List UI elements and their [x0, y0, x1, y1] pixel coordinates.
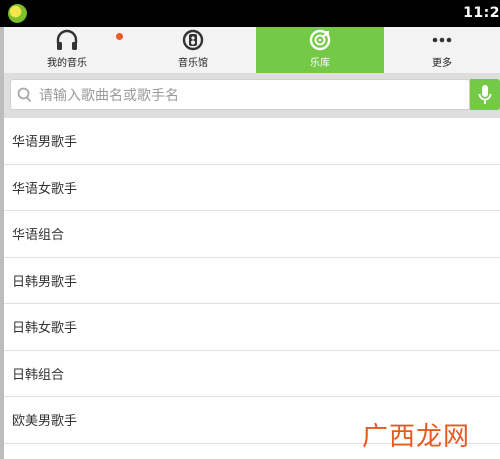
tab-music-library[interactable]: 乐库 [256, 27, 384, 73]
list-item[interactable]: 华语男歌手 [4, 118, 500, 165]
microphone-icon [478, 84, 492, 104]
search-box [10, 79, 470, 110]
category-list: 华语男歌手 华语女歌手 华语组合 日韩男歌手 日韩女歌手 日韩组合 欧美男歌手 [4, 118, 500, 459]
list-item-label: 日韩男歌手 [12, 274, 78, 290]
tab-label: 我的音乐 [47, 58, 87, 69]
list-item-label: 日韩女歌手 [12, 321, 78, 337]
tab-label: 更多 [432, 58, 452, 69]
tab-label: 乐库 [310, 58, 330, 69]
tab-music-hall[interactable]: 音乐馆 [130, 27, 256, 73]
headphones-icon [56, 29, 78, 50]
list-item-label: 欧美男歌手 [12, 414, 78, 430]
notification-dot [116, 33, 123, 40]
search-input[interactable] [37, 83, 461, 109]
list-item[interactable]: 日韩女歌手 [4, 304, 500, 351]
list-item-label: 华语女歌手 [12, 181, 78, 197]
list-item[interactable]: 华语组合 [4, 211, 500, 258]
search-icon [17, 87, 32, 103]
voice-search-button[interactable] [470, 79, 500, 110]
list-item-label: 华语组合 [12, 228, 65, 244]
list-item[interactable]: 华语女歌手 [4, 165, 500, 211]
tab-my-music[interactable]: 我的音乐 [4, 27, 130, 73]
list-item-label: 华语男歌手 [12, 135, 78, 151]
tab-more[interactable]: 更多 [384, 27, 500, 73]
status-time: 11:2 [463, 5, 500, 21]
watermark-text: 广西龙网 [361, 422, 470, 452]
watermark: 广西龙网 [362, 416, 470, 453]
more-dots-icon [432, 37, 452, 43]
search-bar [4, 73, 500, 118]
tab-bar: 我的音乐 音乐馆 乐库 更多 [4, 27, 500, 74]
music-library-icon [309, 29, 331, 51]
tab-label: 音乐馆 [178, 58, 208, 69]
list-item[interactable]: 日韩男歌手 [4, 258, 500, 304]
status-bar: 11:2 [0, 0, 500, 27]
music-hall-icon [182, 29, 204, 51]
list-item[interactable]: 日韩组合 [4, 351, 500, 397]
list-item-label: 日韩组合 [12, 367, 65, 383]
app-logo-icon [8, 4, 27, 23]
